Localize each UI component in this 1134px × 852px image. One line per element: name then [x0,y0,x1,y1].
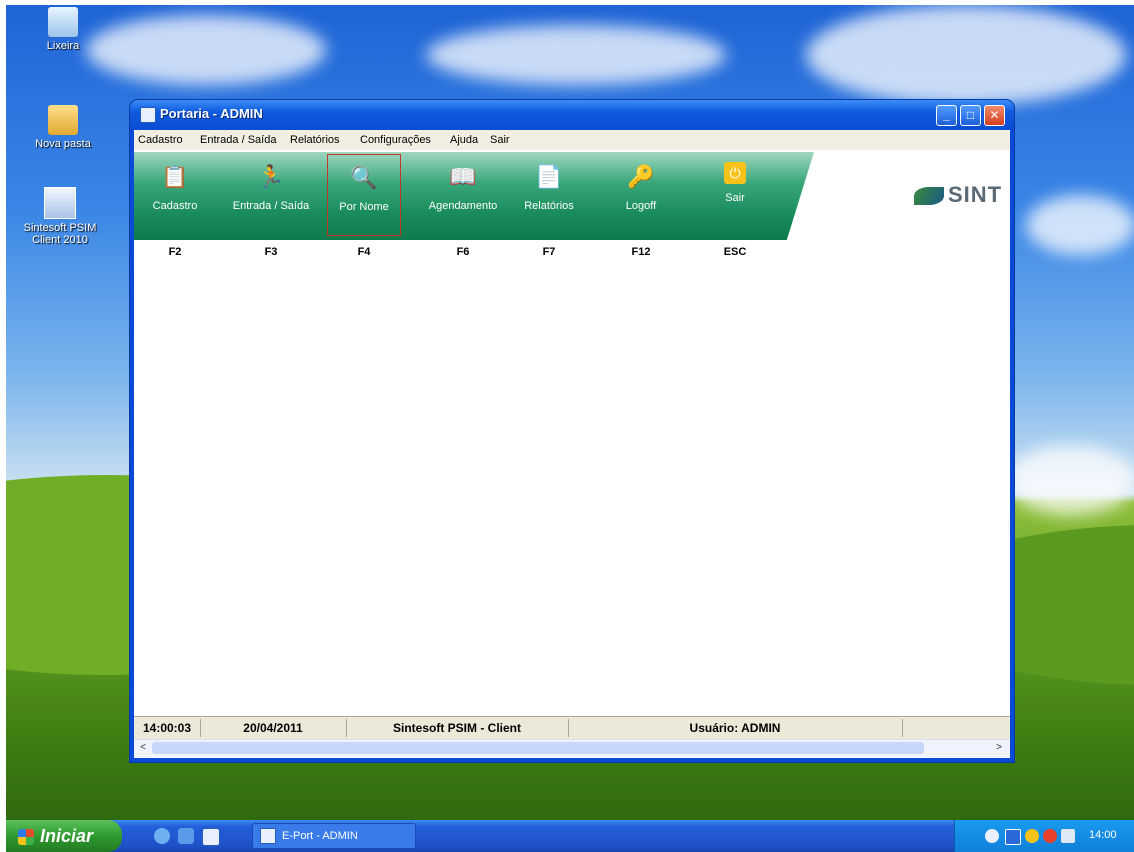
status-app: Sintesoft PSIM - Client [346,719,569,737]
quick-launch-ie-icon[interactable] [178,828,194,844]
scroll-left-icon[interactable]: < [136,741,150,755]
person-search-icon: 🔍 [350,165,378,190]
menu-configuracoes[interactable]: Configurações [360,134,431,146]
quick-launch-desktop-icon[interactable] [154,828,170,844]
desktop-icon-label: Lixeira [46,40,80,52]
scroll-right-icon[interactable]: > [992,741,1006,755]
recycle-bin-icon [48,7,78,37]
start-button[interactable]: Iniciar [6,820,122,852]
cloud [1026,195,1134,255]
tray-clock[interactable]: 14:00 [1089,829,1117,841]
menu-ajuda[interactable]: Ajuda [450,134,478,146]
desktop-icon-shortcut[interactable]: Sintesoft PSIM Client 2010 [10,187,110,246]
start-label: Iniciar [40,826,94,846]
running-man-icon: 🏃 [257,164,285,189]
toolbar-button-agendamento[interactable]: 📖 Agendamento [418,154,508,236]
tray-arrow-icon[interactable] [985,829,999,843]
book-icon: 📖 [449,164,477,189]
taskbar: Iniciar E-Port - ADMIN 14:00 [6,820,1134,852]
shortcut-key-esc: ESC [723,246,747,258]
cloud [1006,445,1134,515]
keys-icon: 🔑 [627,164,655,189]
toolbar-button-logoff[interactable]: 🔑 Logoff [604,154,678,236]
tray-security-icon[interactable] [1043,829,1057,843]
toolbar-label: Agendamento [428,200,498,212]
scroll-thumb[interactable] [152,742,924,754]
menu-sair[interactable]: Sair [490,134,510,146]
toolbar-button-sair[interactable]: ⏻ Sair [698,154,772,236]
shortcut-icon [44,187,76,219]
tray-display-icon[interactable] [1061,829,1075,843]
shortcut-key-f7: F7 [542,246,556,258]
toolbar-label: Relatórios [524,200,574,212]
status-empty [902,719,1010,737]
client-area: Cadastro Entrada / Saída Relatórios Conf… [134,130,1010,758]
taskbar-item-eport[interactable]: E-Port - ADMIN [252,823,416,849]
menu-cadastro[interactable]: Cadastro [138,134,183,146]
folder-icon [48,105,78,135]
toolbar-label: Entrada / Saída [232,200,310,212]
logo-mark-icon [914,187,944,206]
menu-bar: Cadastro Entrada / Saída Relatórios Conf… [134,130,1010,150]
tray-shield-icon[interactable] [1025,829,1039,843]
status-date: 20/04/2011 [200,719,347,737]
shortcut-key-f12: F12 [631,246,651,258]
close-button[interactable]: ✕ [984,105,1005,126]
status-user: Usuário: ADMIN [568,719,903,737]
toolbar-button-relatorios[interactable]: 📄 Relatórios [512,154,586,236]
shortcut-key-f3: F3 [264,246,278,258]
tray-network-icon[interactable] [1005,829,1021,845]
toolbar-label: Sair [725,192,745,204]
windows-flag-icon [18,829,34,846]
document-icon: 📄 [535,164,563,189]
system-tray: 14:00 [954,820,1134,852]
toolbar-button-por-nome[interactable]: 🔍 Por Nome [327,154,401,236]
quick-launch-app-icon[interactable] [202,828,220,846]
menu-relatorios[interactable]: Relatórios [290,134,340,146]
window-title: Portaria - ADMIN [160,106,263,121]
desktop-icon-recycle-bin[interactable]: Lixeira [18,7,108,52]
toolbar-label: Cadastro [152,200,198,212]
desktop-icon-folder[interactable]: Nova pasta [18,105,108,150]
horizontal-scrollbar[interactable]: < > [134,739,1010,757]
toolbar-label: Logoff [625,200,657,212]
taskbar-item-label: E-Port - ADMIN [282,830,358,842]
toolbar-button-cadastro[interactable]: 📋 Cadastro [138,154,212,236]
brand-logo: SINT [914,182,1002,208]
toolbar-button-entrada-saida[interactable]: 🏃 Entrada / Saída [226,154,316,236]
menu-entrada-saida[interactable]: Entrada / Saída [200,134,276,146]
desktop-icon-label: Sintesoft PSIM Client 2010 [23,222,97,246]
status-bar: 14:00:03 20/04/2011 Sintesoft PSIM - Cli… [134,716,1010,739]
minimize-button[interactable]: _ [936,105,957,126]
app-icon [260,828,276,845]
shortcut-key-f6: F6 [456,246,470,258]
status-time: 14:00:03 [134,719,201,737]
app-window: Portaria - ADMIN _ □ ✕ Cadastro Entrada … [130,100,1014,762]
exit-icon: ⏻ [724,162,746,184]
toolbar-label: Por Nome [339,201,389,213]
cloud [86,15,326,85]
shortcut-key-f4: F4 [357,246,371,258]
shortcut-key-f2: F2 [168,246,182,258]
desktop-icon-label: Nova pasta [35,138,91,150]
cloud [426,25,726,85]
logo-text: SINT [948,182,1003,207]
title-bar[interactable]: Portaria - ADMIN _ □ ✕ [130,100,1014,130]
clipboard-icon: 📋 [161,164,189,189]
maximize-button[interactable]: □ [960,105,981,126]
cloud [806,5,1126,105]
app-icon [140,107,156,123]
